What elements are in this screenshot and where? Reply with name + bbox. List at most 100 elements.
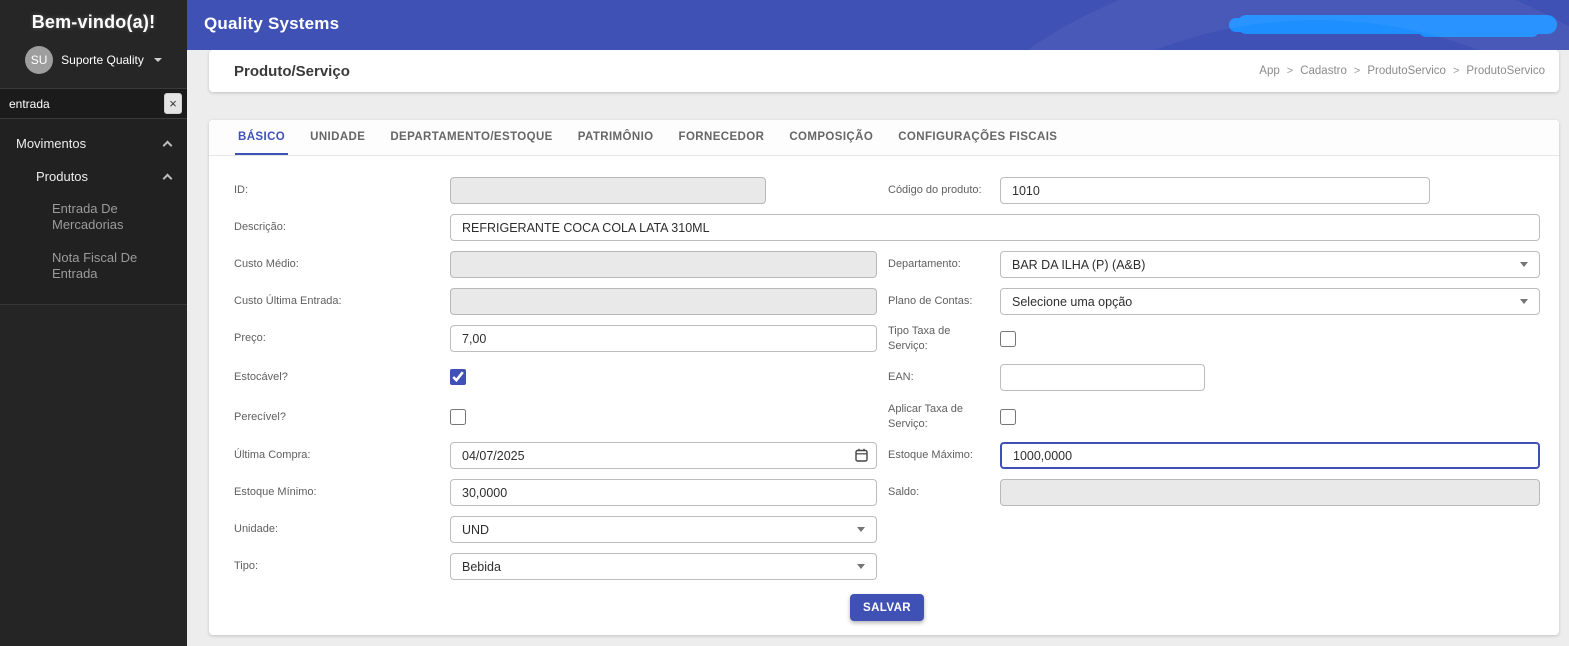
aplicar-taxa-servico-label: Aplicar Taxa de Serviço: (888, 403, 964, 430)
form-row: ID: Código do produto: (234, 172, 1540, 209)
tipo-taxa-servico-label: Tipo Taxa de Serviço: (888, 324, 951, 352)
dropdown-caret-icon (1520, 299, 1528, 304)
save-button[interactable]: SALVAR (850, 594, 924, 621)
top-navbar: Quality Systems (187, 0, 1569, 50)
search-input[interactable] (9, 96, 164, 111)
estoque-maximo-label: Estoque Máximo: (888, 449, 973, 462)
content-area: Produto/Serviço App > Cadastro > Produto… (187, 50, 1569, 646)
sidebar-item-entrada-de-mercadorias[interactable]: Entrada De Mercadorias (0, 193, 170, 242)
form-row: Descrição: (234, 209, 1540, 246)
breadcrumb-item[interactable]: ProdutoServico (1367, 65, 1446, 77)
form-row: Estoque Mínimo: Saldo: (234, 474, 1540, 511)
perecivel-label: Perecível? (234, 410, 286, 423)
breadcrumb: App > Cadastro > ProdutoServico > Produt… (1259, 65, 1545, 77)
selected-value: UND (462, 522, 490, 537)
estocavel-label: Estocável? (234, 370, 288, 383)
breadcrumb-item[interactable]: ProdutoServico (1466, 65, 1545, 77)
unidade-select[interactable]: UND (450, 516, 877, 543)
estocavel-checkbox[interactable] (450, 369, 466, 385)
menu-label: Movimentos (16, 136, 87, 151)
selected-value: BAR DA ILHA (P) (A&B) (1012, 257, 1146, 272)
product-form-card: BÁSICO UNIDADE DEPARTAMENTO/ESTOQUE PATR… (209, 120, 1559, 635)
custo-medio-label: Custo Médio: (234, 258, 299, 271)
ultima-compra-datefield[interactable]: 04/07/2025 (450, 442, 877, 469)
saldo-label: Saldo: (888, 486, 920, 499)
app-root: Bem-vindo(a)! SU Suporte Quality × Movim… (0, 0, 1569, 646)
estoque-minimo-field[interactable] (450, 479, 877, 506)
breadcrumb-separator: > (1286, 65, 1294, 77)
tab-basico[interactable]: BÁSICO (235, 120, 289, 155)
page-header-card: Produto/Serviço App > Cadastro > Produto… (209, 50, 1559, 92)
sidebar-item-produtos[interactable]: Produtos (0, 160, 187, 193)
avatar: SU (25, 46, 54, 74)
breadcrumb-item[interactable]: Cadastro (1300, 65, 1347, 77)
dropdown-caret-icon (857, 527, 865, 532)
user-caret-icon (153, 58, 162, 62)
form-tabs: BÁSICO UNIDADE DEPARTAMENTO/ESTOQUE PATR… (209, 120, 1559, 156)
form-row: Perecível? Aplicar Taxa de Serviço: (234, 397, 1540, 437)
clear-search-icon[interactable]: × (164, 93, 182, 114)
form-row: Última Compra: 04/07/2025 Estoque Máximo… (234, 437, 1540, 474)
selected-value: Bebida (462, 559, 501, 574)
breadcrumb-separator: > (1452, 65, 1460, 77)
tipo-taxa-servico-checkbox[interactable] (1000, 330, 1016, 347)
breadcrumb-item[interactable]: App (1259, 65, 1279, 77)
codigo-field[interactable] (1000, 177, 1430, 204)
form-row: Preço: Tipo Taxa de Serviço: (234, 320, 1540, 357)
tipo-label: Tipo: (234, 560, 259, 573)
sidebar: Bem-vindo(a)! SU Suporte Quality × Movim… (0, 0, 187, 646)
custo-medio-field (450, 251, 877, 278)
estoque-maximo-field[interactable] (1000, 442, 1540, 469)
sidebar-menu: Movimentos Produtos Entrada De Mercadori… (0, 119, 187, 305)
calendar-icon[interactable] (855, 448, 868, 462)
tab-fornecedor[interactable]: FORNECEDOR (676, 120, 768, 155)
id-field (450, 177, 766, 204)
form-row: Custo Última Entrada: Plano de Contas: S… (234, 283, 1540, 320)
page-title: Produto/Serviço (234, 62, 350, 80)
sidebar-search: × (0, 88, 187, 119)
selected-value: Selecione uma opção (1012, 294, 1133, 309)
basico-form: ID: Código do produto: Descrição: Custo … (209, 156, 1559, 621)
custo-ultima-entrada-label: Custo Última Entrada: (234, 295, 342, 308)
form-actions: SALVAR (234, 594, 1540, 621)
dropdown-caret-icon (1520, 262, 1528, 267)
form-row: Estocável? EAN: (234, 357, 1540, 397)
tab-composicao[interactable]: COMPOSIÇÃO (786, 120, 876, 155)
id-label: ID: (234, 184, 249, 197)
custo-ultima-entrada-field (450, 288, 877, 315)
unidade-label: Unidade: (234, 523, 279, 536)
estoque-minimo-label: Estoque Mínimo: (234, 486, 317, 499)
menu-label: Produtos (36, 169, 89, 184)
tab-patrimonio[interactable]: PATRIMÔNIO (575, 120, 657, 155)
saldo-field (1000, 479, 1540, 506)
codigo-label: Código do produto: (888, 184, 982, 197)
departamento-select[interactable]: BAR DA ILHA (P) (A&B) (1000, 251, 1540, 278)
form-row: Custo Médio: Departamento: BAR DA ILHA (… (234, 246, 1540, 283)
user-menu[interactable]: SU Suporte Quality (8, 46, 179, 74)
app-title: Quality Systems (204, 14, 340, 33)
departamento-label: Departamento: (888, 258, 961, 271)
aplicar-taxa-servico-checkbox[interactable] (1000, 409, 1016, 425)
chevron-up-icon (162, 173, 173, 183)
sidebar-item-nota-fiscal-de-entrada[interactable]: Nota Fiscal De Entrada (0, 242, 160, 291)
redaction-scribble (1229, 15, 1557, 37)
tab-configuracoes-fiscais[interactable]: CONFIGURAÇÕES FISCAIS (895, 120, 1060, 155)
breadcrumb-separator: > (1353, 65, 1361, 77)
chevron-up-icon (162, 140, 173, 150)
tab-unidade[interactable]: UNIDADE (307, 120, 368, 155)
descricao-field[interactable] (450, 214, 1540, 241)
sidebar-item-movimentos[interactable]: Movimentos (0, 127, 187, 160)
main-area: Quality Systems Produto/Serviço App > Ca… (187, 0, 1569, 646)
ultima-compra-label: Última Compra: (234, 449, 311, 462)
date-value[interactable]: 04/07/2025 (450, 442, 877, 469)
ean-field[interactable] (1000, 363, 1205, 391)
sidebar-header: Bem-vindo(a)! SU Suporte Quality (0, 0, 187, 88)
tab-departamento-estoque[interactable]: DEPARTAMENTO/ESTOQUE (387, 120, 555, 155)
preco-field[interactable] (450, 325, 877, 352)
welcome-text: Bem-vindo(a)! (31, 12, 156, 32)
ean-label: EAN: (888, 370, 914, 383)
sidebar-footer-space (0, 305, 187, 646)
perecivel-checkbox[interactable] (450, 409, 466, 425)
tipo-select[interactable]: Bebida (450, 553, 877, 580)
plano-de-contas-select[interactable]: Selecione uma opção (1000, 288, 1540, 315)
